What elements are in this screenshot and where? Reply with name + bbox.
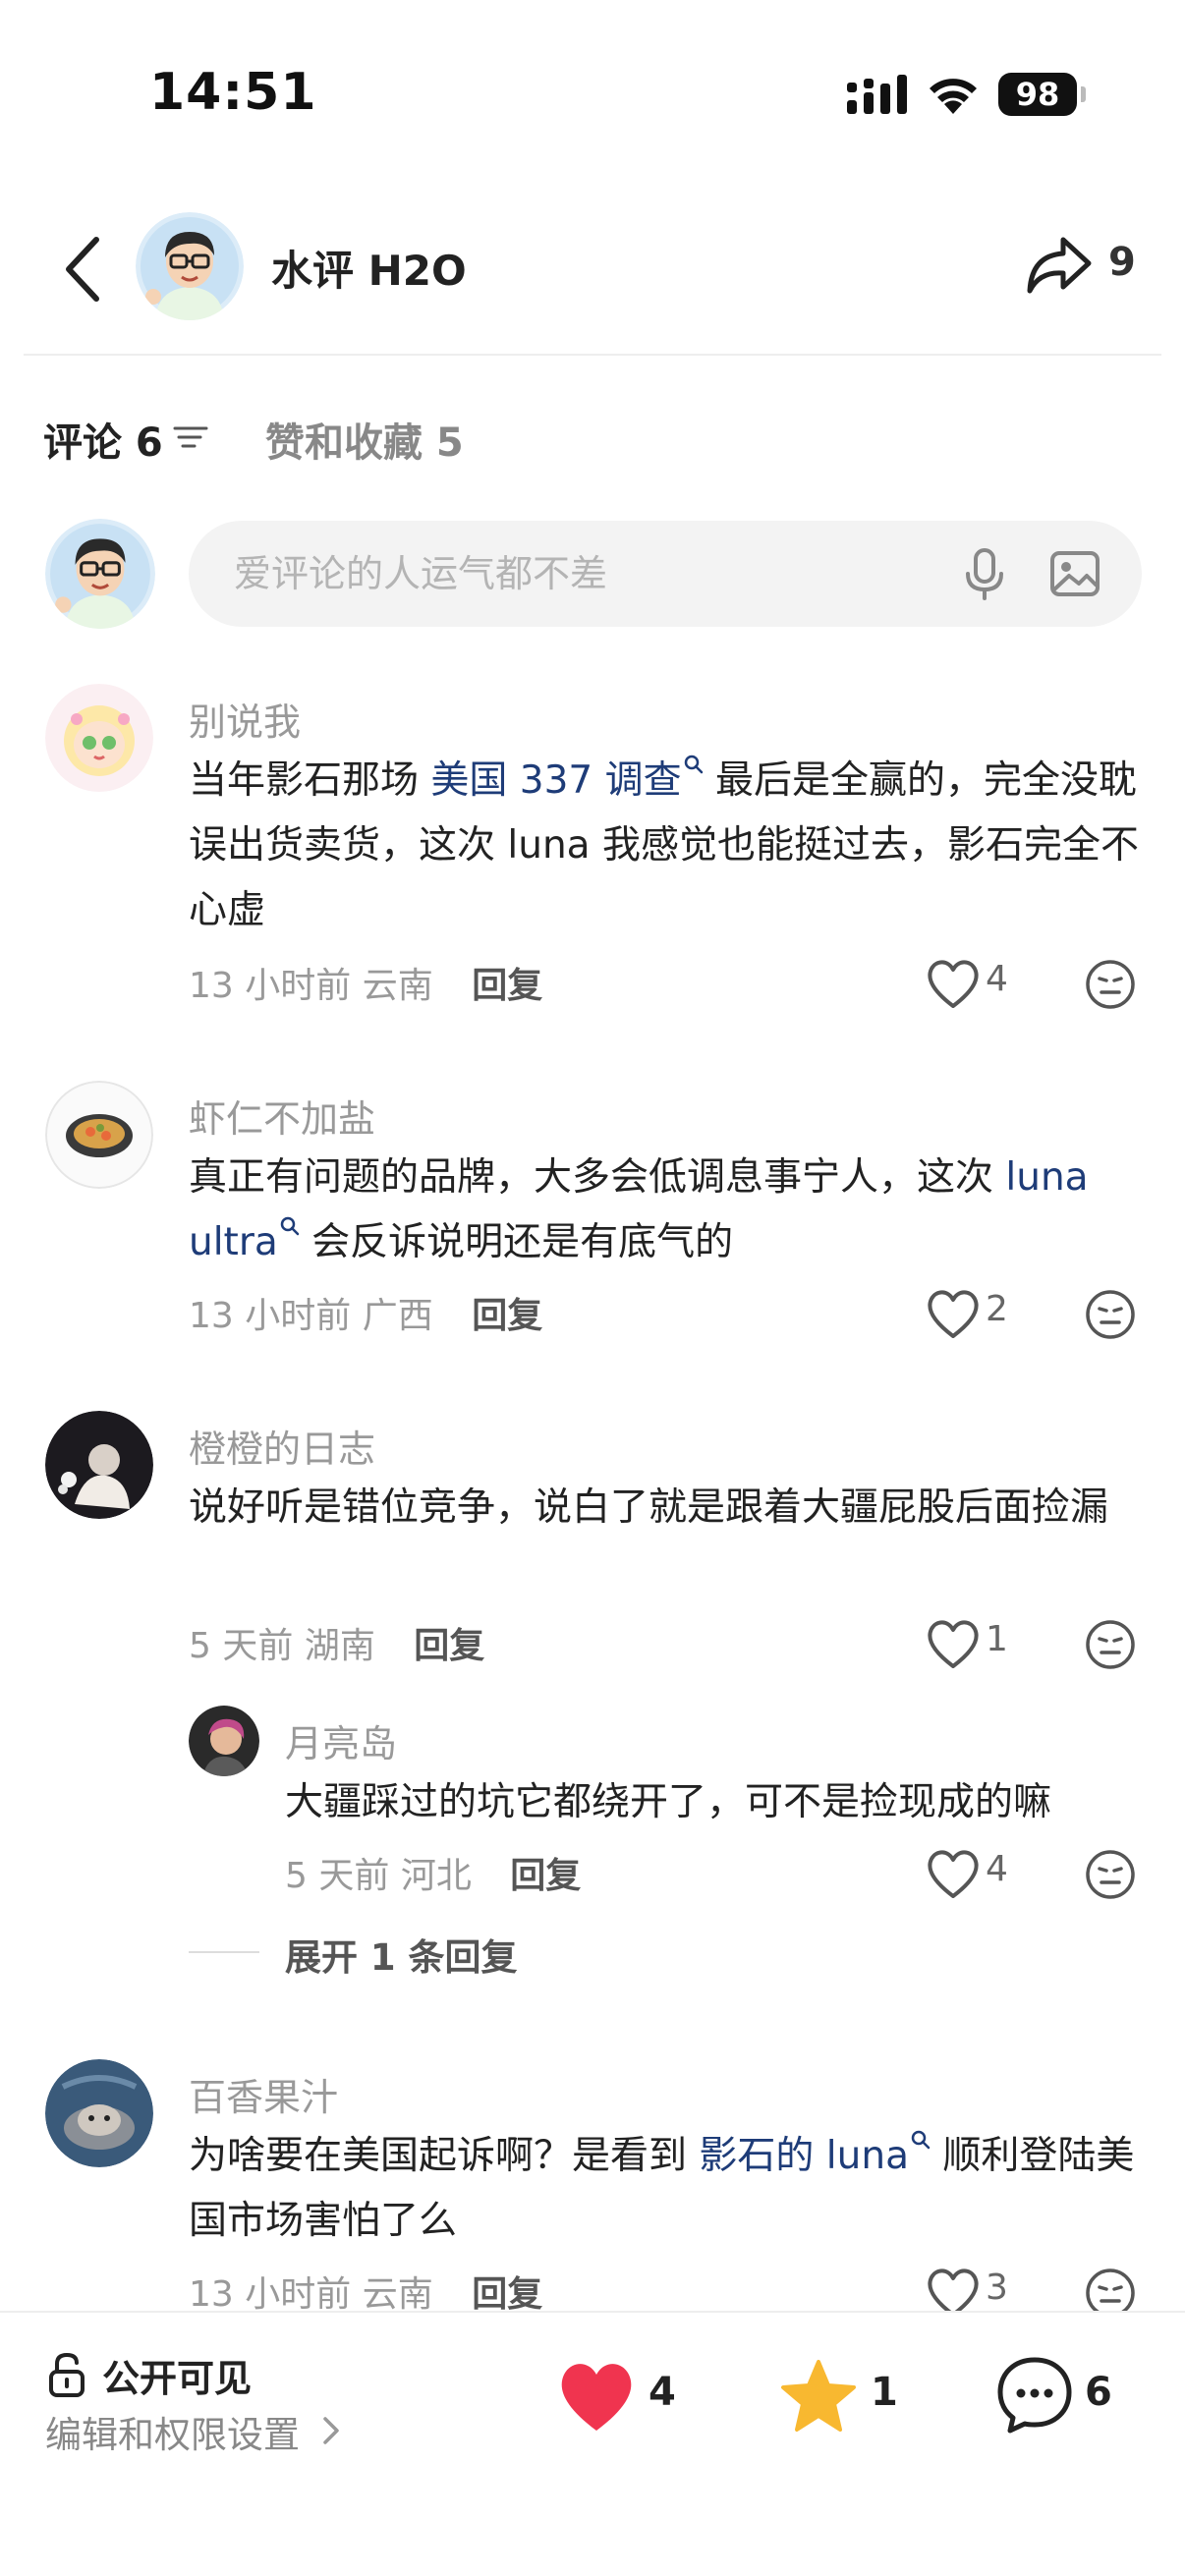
- comment-meta: 13 小时前 云南 回复: [189, 2266, 542, 2317]
- comment-location: 云南: [362, 966, 433, 1006]
- comment-input-box[interactable]: [189, 521, 1142, 627]
- comment-text: 当年影石那场 美国 337 调查 最后是全赢的，完全没耽误出货卖货，这次 lun…: [189, 749, 1147, 943]
- comment-link-label: 影石的 luna: [699, 2134, 909, 2178]
- dislike-face-icon[interactable]: [1085, 959, 1136, 1010]
- edit-permissions-link[interactable]: 编辑和权限设置: [45, 2405, 300, 2458]
- comment-text: 真正有问题的品牌，大多会低调息事宁人，这次 luna ultra 会反诉说明还是…: [189, 1146, 1147, 1275]
- reply-button[interactable]: 回复: [472, 1296, 542, 1336]
- my-avatar: [45, 519, 155, 629]
- comment-bubble-icon[interactable]: [994, 2354, 1075, 2435]
- comment-time: 13 小时前: [189, 1296, 352, 1336]
- expand-replies-button[interactable]: 展开 1 条回复: [285, 1928, 518, 1981]
- comment-search-link[interactable]: 美国 337 调查: [430, 755, 703, 803]
- user-avatar[interactable]: [45, 684, 153, 792]
- comment-input[interactable]: [234, 521, 922, 627]
- like-count: 4: [986, 959, 1008, 999]
- heart-icon[interactable]: [924, 1847, 983, 1900]
- star-filled-icon[interactable]: [778, 2358, 859, 2435]
- unlock-icon: [49, 2352, 85, 2397]
- comment-time: 13 小时前: [189, 2274, 352, 2315]
- back-arrow-icon[interactable]: [53, 232, 112, 307]
- search-icon: [280, 1216, 300, 1236]
- dislike-face-icon[interactable]: [1085, 1619, 1136, 1670]
- like-count: 1: [986, 1619, 1008, 1659]
- comment-username[interactable]: 橙橙的日志: [189, 1419, 375, 1473]
- share-count: 9: [1108, 240, 1136, 285]
- reply-user-avatar[interactable]: [189, 1706, 259, 1776]
- expand-divider: [189, 1951, 259, 1953]
- search-icon: [911, 2130, 931, 2150]
- comment-search-link[interactable]: 影石的 luna: [699, 2130, 931, 2178]
- comment-meta: 13 小时前 广西 回复: [189, 1287, 542, 1338]
- comment-text: 为啥要在美国起诉啊？是看到 影石的 luna 顺利登陆美国市场害怕了么: [189, 2124, 1147, 2254]
- image-icon[interactable]: [1045, 544, 1104, 603]
- comment-username[interactable]: 虾仁不加盐: [189, 1089, 375, 1143]
- comment-text-part: 真正有问题的品牌，大多会低调息事宁人，这次: [189, 1155, 1006, 1200]
- user-avatar[interactable]: [45, 1411, 153, 1519]
- heart-icon[interactable]: [924, 1287, 983, 1340]
- sort-filter-icon[interactable]: [171, 420, 210, 454]
- tab-likes-and-collects[interactable]: 赞和收藏 5: [265, 411, 464, 468]
- comment-text-part: 当年影石那场: [189, 758, 431, 803]
- comment-meta: 13 小时前 云南 回复: [189, 957, 542, 1008]
- comment-time: 5 天前: [189, 1626, 294, 1666]
- reply-button[interactable]: 回复: [414, 1626, 484, 1666]
- bottom-action-bar: 公开可见 编辑和权限设置 4 1 6: [0, 2311, 1185, 2576]
- comment-username[interactable]: 别说我: [189, 692, 301, 746]
- battery-icon: 98: [998, 73, 1086, 116]
- like-total-count: 4: [649, 2370, 676, 2415]
- microphone-icon[interactable]: [955, 544, 1014, 603]
- comment-text-part: 为啥要在美国起诉啊？是看到: [189, 2134, 700, 2178]
- reply-button[interactable]: 回复: [472, 966, 542, 1006]
- comment-username[interactable]: 百香果汁: [189, 2067, 338, 2121]
- dislike-face-icon[interactable]: [1085, 1849, 1136, 1900]
- wifi-icon: [930, 79, 977, 114]
- heart-filled-icon[interactable]: [556, 2358, 637, 2435]
- comment-location: 广西: [362, 1296, 433, 1336]
- share-icon[interactable]: [1024, 230, 1095, 299]
- comment-location: 云南: [362, 2274, 433, 2315]
- reply-meta: 5 天前 河北 回复: [285, 1847, 581, 1898]
- reply-text: 大疆踩过的坑它都绕开了，可不是捡现成的嘛: [285, 1780, 1052, 1824]
- comment-link-label: 美国 337 调查: [430, 758, 682, 803]
- heart-icon[interactable]: [924, 957, 983, 1010]
- status-bar: 14:51 98: [0, 0, 1185, 196]
- user-avatar[interactable]: [45, 1081, 153, 1189]
- reply-button[interactable]: 回复: [510, 1856, 581, 1896]
- like-count: 3: [986, 2268, 1008, 2308]
- heart-icon[interactable]: [924, 1617, 983, 1670]
- user-avatar[interactable]: [45, 2059, 153, 2167]
- reply-button[interactable]: 回复: [472, 2274, 542, 2315]
- tab-comments[interactable]: 评论 6: [43, 411, 163, 468]
- reply-location: 河北: [400, 1856, 472, 1896]
- search-icon: [684, 755, 703, 774]
- reply-time: 5 天前: [285, 1856, 390, 1896]
- comment-location: 湖南: [304, 1626, 375, 1666]
- chevron-right-icon: [323, 2417, 339, 2444]
- comment-meta: 5 天前 湖南 回复: [189, 1617, 484, 1668]
- header: 水评 H2O 9: [24, 196, 1161, 356]
- cellular-signal-icon: [847, 75, 907, 114]
- status-time: 14:51: [149, 63, 317, 122]
- comment-time: 13 小时前: [189, 966, 352, 1006]
- reply-username[interactable]: 月亮岛: [285, 1713, 397, 1767]
- comment-text-part: 会反诉说明还是有底气的: [299, 1220, 734, 1264]
- like-count: 4: [986, 1849, 1008, 1889]
- comment-total-count: 6: [1085, 2370, 1112, 2415]
- collect-total-count: 1: [871, 2370, 898, 2415]
- comment-text: 说好听是错位竞争，说白了就是跟着大疆屁股后面捡漏: [189, 1485, 1109, 1530]
- like-count: 2: [986, 1289, 1008, 1329]
- author-avatar[interactable]: [136, 212, 244, 320]
- visibility-label: 公开可见: [102, 2357, 253, 2400]
- dislike-face-icon[interactable]: [1085, 1289, 1136, 1340]
- page-title[interactable]: 水评 H2O: [271, 238, 467, 298]
